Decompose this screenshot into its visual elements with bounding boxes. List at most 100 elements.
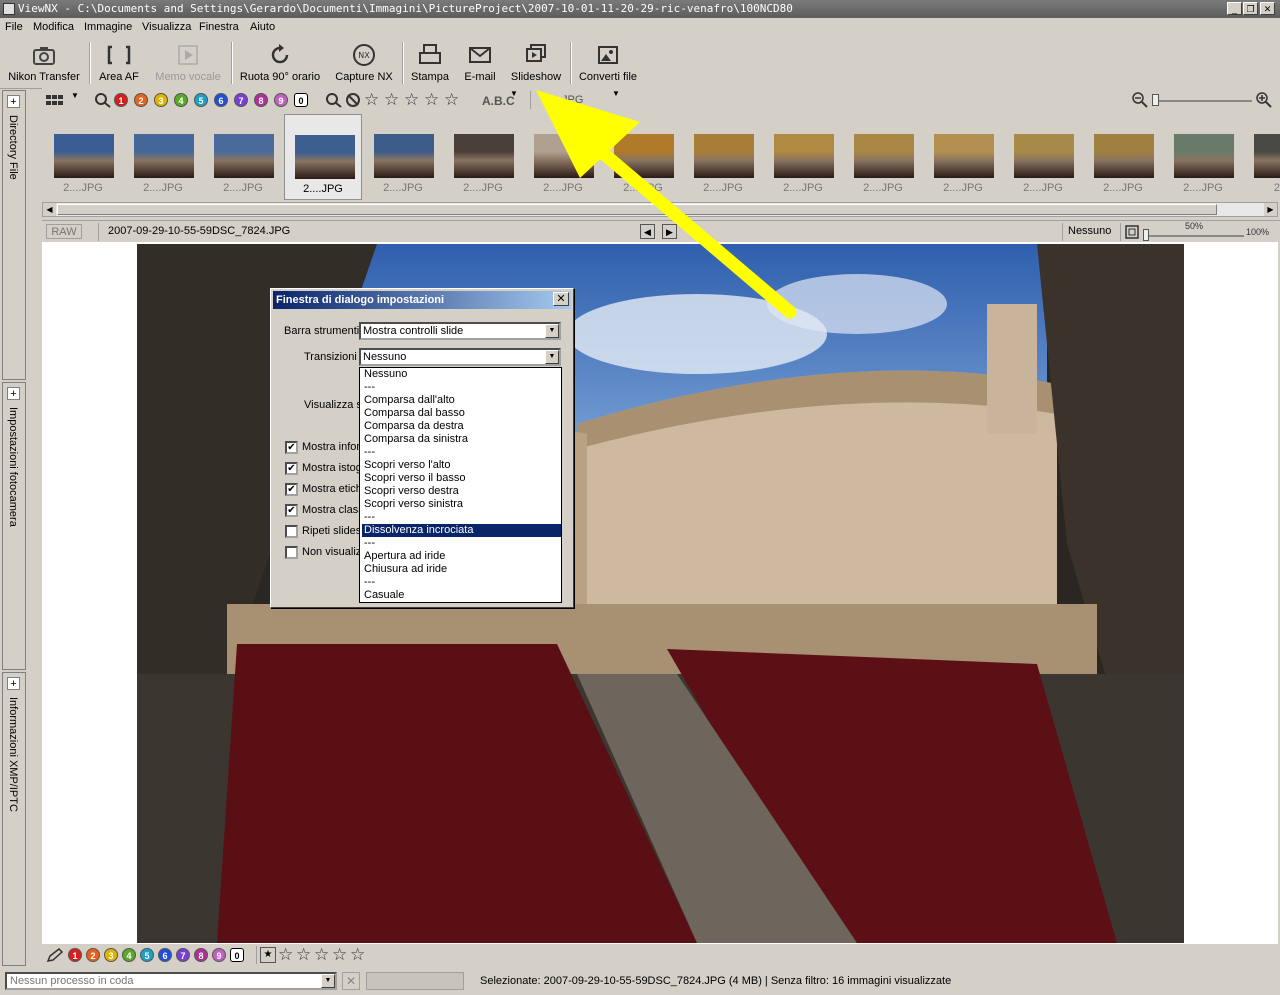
rate-star-5-icon[interactable]: ☆: [350, 945, 365, 965]
dropdown-option[interactable]: Comparsa dall'alto: [362, 394, 561, 407]
assign-label-5[interactable]: 5: [140, 948, 154, 962]
dropdown-option[interactable]: Comparsa dal basso: [362, 407, 561, 420]
dropdown-separator[interactable]: ---: [362, 537, 561, 550]
view-dropdown-arrow-icon[interactable]: ▼: [71, 91, 79, 100]
rating-filter-icon[interactable]: [325, 92, 343, 108]
capture-nx-button[interactable]: NX Capture NX: [332, 38, 396, 88]
thumbnail[interactable]: 2....JPG: [444, 114, 522, 200]
assign-label-2[interactable]: 2: [86, 948, 100, 962]
assign-label-4[interactable]: 4: [122, 948, 136, 962]
rotate-button[interactable]: Ruota 90° orario: [238, 38, 322, 88]
thumbnail[interactable]: 2....JPG: [844, 114, 922, 200]
star-3-icon[interactable]: ☆: [404, 90, 419, 110]
label-filter-7[interactable]: 7: [234, 93, 248, 107]
zoom-slider[interactable]: [1144, 235, 1244, 237]
thumbnail[interactable]: 2....JPG: [1164, 114, 1242, 200]
assign-label-8[interactable]: 8: [194, 948, 208, 962]
label-filter-icon[interactable]: [94, 92, 112, 108]
option-checkbox[interactable]: [285, 546, 298, 559]
label-filter-6[interactable]: 6: [214, 93, 228, 107]
expand-icon[interactable]: +: [7, 95, 20, 108]
thumbnail[interactable]: 2....JPG: [124, 114, 202, 200]
pencil-icon[interactable]: [46, 947, 64, 963]
label-filter-2[interactable]: 2: [134, 93, 148, 107]
zoom-slider-handle[interactable]: [1143, 229, 1149, 241]
star-2-icon[interactable]: ☆: [384, 90, 399, 110]
zoom-out-icon[interactable]: [1132, 92, 1148, 108]
menu-finestra[interactable]: Finestra: [199, 21, 239, 33]
menu-immagine[interactable]: Immagine: [84, 21, 132, 33]
thumb-size-slider-handle[interactable]: [1152, 94, 1159, 106]
transitions-select[interactable]: Nessuno ▼: [359, 348, 561, 366]
cancel-queue-button[interactable]: ✕: [342, 972, 360, 990]
scroll-left-icon[interactable]: ◀: [43, 203, 56, 216]
dropdown-option[interactable]: Scopri verso destra: [362, 485, 561, 498]
label-filter-3[interactable]: 3: [154, 93, 168, 107]
label-filter-0[interactable]: 0: [294, 93, 308, 107]
side-panel-camera-settings[interactable]: + Impostazioni fotocamera: [2, 382, 26, 670]
rate-star-3-icon[interactable]: ☆: [314, 945, 329, 965]
rating-edit-icon[interactable]: ★: [260, 947, 276, 963]
dropdown-option[interactable]: Casuale: [362, 589, 561, 602]
menu-visualizza[interactable]: Visualizza: [142, 21, 191, 33]
assign-label-1[interactable]: 1: [68, 948, 82, 962]
option-checkbox[interactable]: ✔: [285, 483, 298, 496]
dropdown-option[interactable]: Apertura ad iride: [362, 550, 561, 563]
stampa-button[interactable]: Stampa: [408, 38, 452, 88]
chevron-down-icon[interactable]: ▼: [545, 350, 559, 364]
menu-file[interactable]: File: [5, 21, 23, 33]
zoom-in-icon[interactable]: [1256, 92, 1272, 108]
assign-label-9[interactable]: 9: [212, 948, 226, 962]
assign-label-3[interactable]: 3: [104, 948, 118, 962]
thumbnail[interactable]: 2....JPG: [1084, 114, 1162, 200]
email-button[interactable]: E-mail: [460, 38, 500, 88]
rate-star-2-icon[interactable]: ☆: [296, 945, 311, 965]
dropdown-option[interactable]: Dissolvenza incrociata: [362, 524, 561, 537]
dropdown-separator[interactable]: ---: [362, 576, 561, 589]
option-checkbox[interactable]: ✔: [285, 462, 298, 475]
dropdown-separator[interactable]: ---: [362, 511, 561, 524]
fit-screen-icon[interactable]: [1124, 224, 1140, 240]
star-5-icon[interactable]: ☆: [444, 90, 459, 110]
thumbnail[interactable]: 2....JPG: [44, 114, 122, 200]
dropdown-separator[interactable]: ---: [362, 446, 561, 459]
expand-icon[interactable]: +: [7, 677, 20, 690]
nikon-transfer-button[interactable]: Nikon Transfer: [4, 38, 84, 88]
option-checkbox[interactable]: ✔: [285, 504, 298, 517]
assign-label-0[interactable]: 0: [230, 948, 244, 962]
label-filter-9[interactable]: 9: [274, 93, 288, 107]
menu-modifica[interactable]: Modifica: [33, 21, 74, 33]
label-filter-5[interactable]: 5: [194, 93, 208, 107]
area-af-button[interactable]: Area AF: [94, 38, 144, 88]
thumbnail[interactable]: 2....: [1244, 114, 1280, 200]
side-panel-xmp-iptc[interactable]: + Informazioni XMP/IPTC: [2, 672, 26, 966]
label-filter-4[interactable]: 4: [174, 93, 188, 107]
menu-aiuto[interactable]: Aiuto: [250, 21, 275, 33]
close-button[interactable]: ✕: [1260, 2, 1275, 15]
rate-star-4-icon[interactable]: ☆: [332, 945, 347, 965]
thumbnail[interactable]: 2....JPG: [924, 114, 1002, 200]
dropdown-separator[interactable]: ---: [362, 381, 561, 394]
no-rating-icon[interactable]: [345, 92, 361, 108]
thumbnail[interactable]: 2....JPG: [284, 114, 362, 200]
option-checkbox[interactable]: [285, 525, 298, 538]
label-filter-1[interactable]: 1: [114, 93, 128, 107]
maximize-button[interactable]: ❐: [1243, 2, 1258, 15]
chevron-down-icon[interactable]: ▼: [321, 974, 335, 988]
scroll-right-icon[interactable]: ▶: [1264, 203, 1277, 216]
label-filter-8[interactable]: 8: [254, 93, 268, 107]
text-filter-arrow-icon[interactable]: ▼: [510, 89, 518, 98]
dropdown-option[interactable]: Nessuno: [362, 368, 561, 381]
dropdown-option[interactable]: Scopri verso l'alto: [362, 459, 561, 472]
side-panel-directory[interactable]: + Directory File: [2, 90, 26, 380]
expand-icon[interactable]: +: [7, 387, 20, 400]
grid-view-icon[interactable]: [46, 93, 68, 107]
dropdown-option[interactable]: Comparsa da sinistra: [362, 433, 561, 446]
dropdown-option[interactable]: Chiusura ad iride: [362, 563, 561, 576]
rate-star-1-icon[interactable]: ☆: [278, 945, 293, 965]
assign-label-6[interactable]: 6: [158, 948, 172, 962]
thumbnail[interactable]: 2....JPG: [1004, 114, 1082, 200]
dropdown-option[interactable]: Comparsa da destra: [362, 420, 561, 433]
thumbnail[interactable]: 2....JPG: [364, 114, 442, 200]
queue-select[interactable]: Nessun processo in coda ▼: [5, 972, 337, 990]
